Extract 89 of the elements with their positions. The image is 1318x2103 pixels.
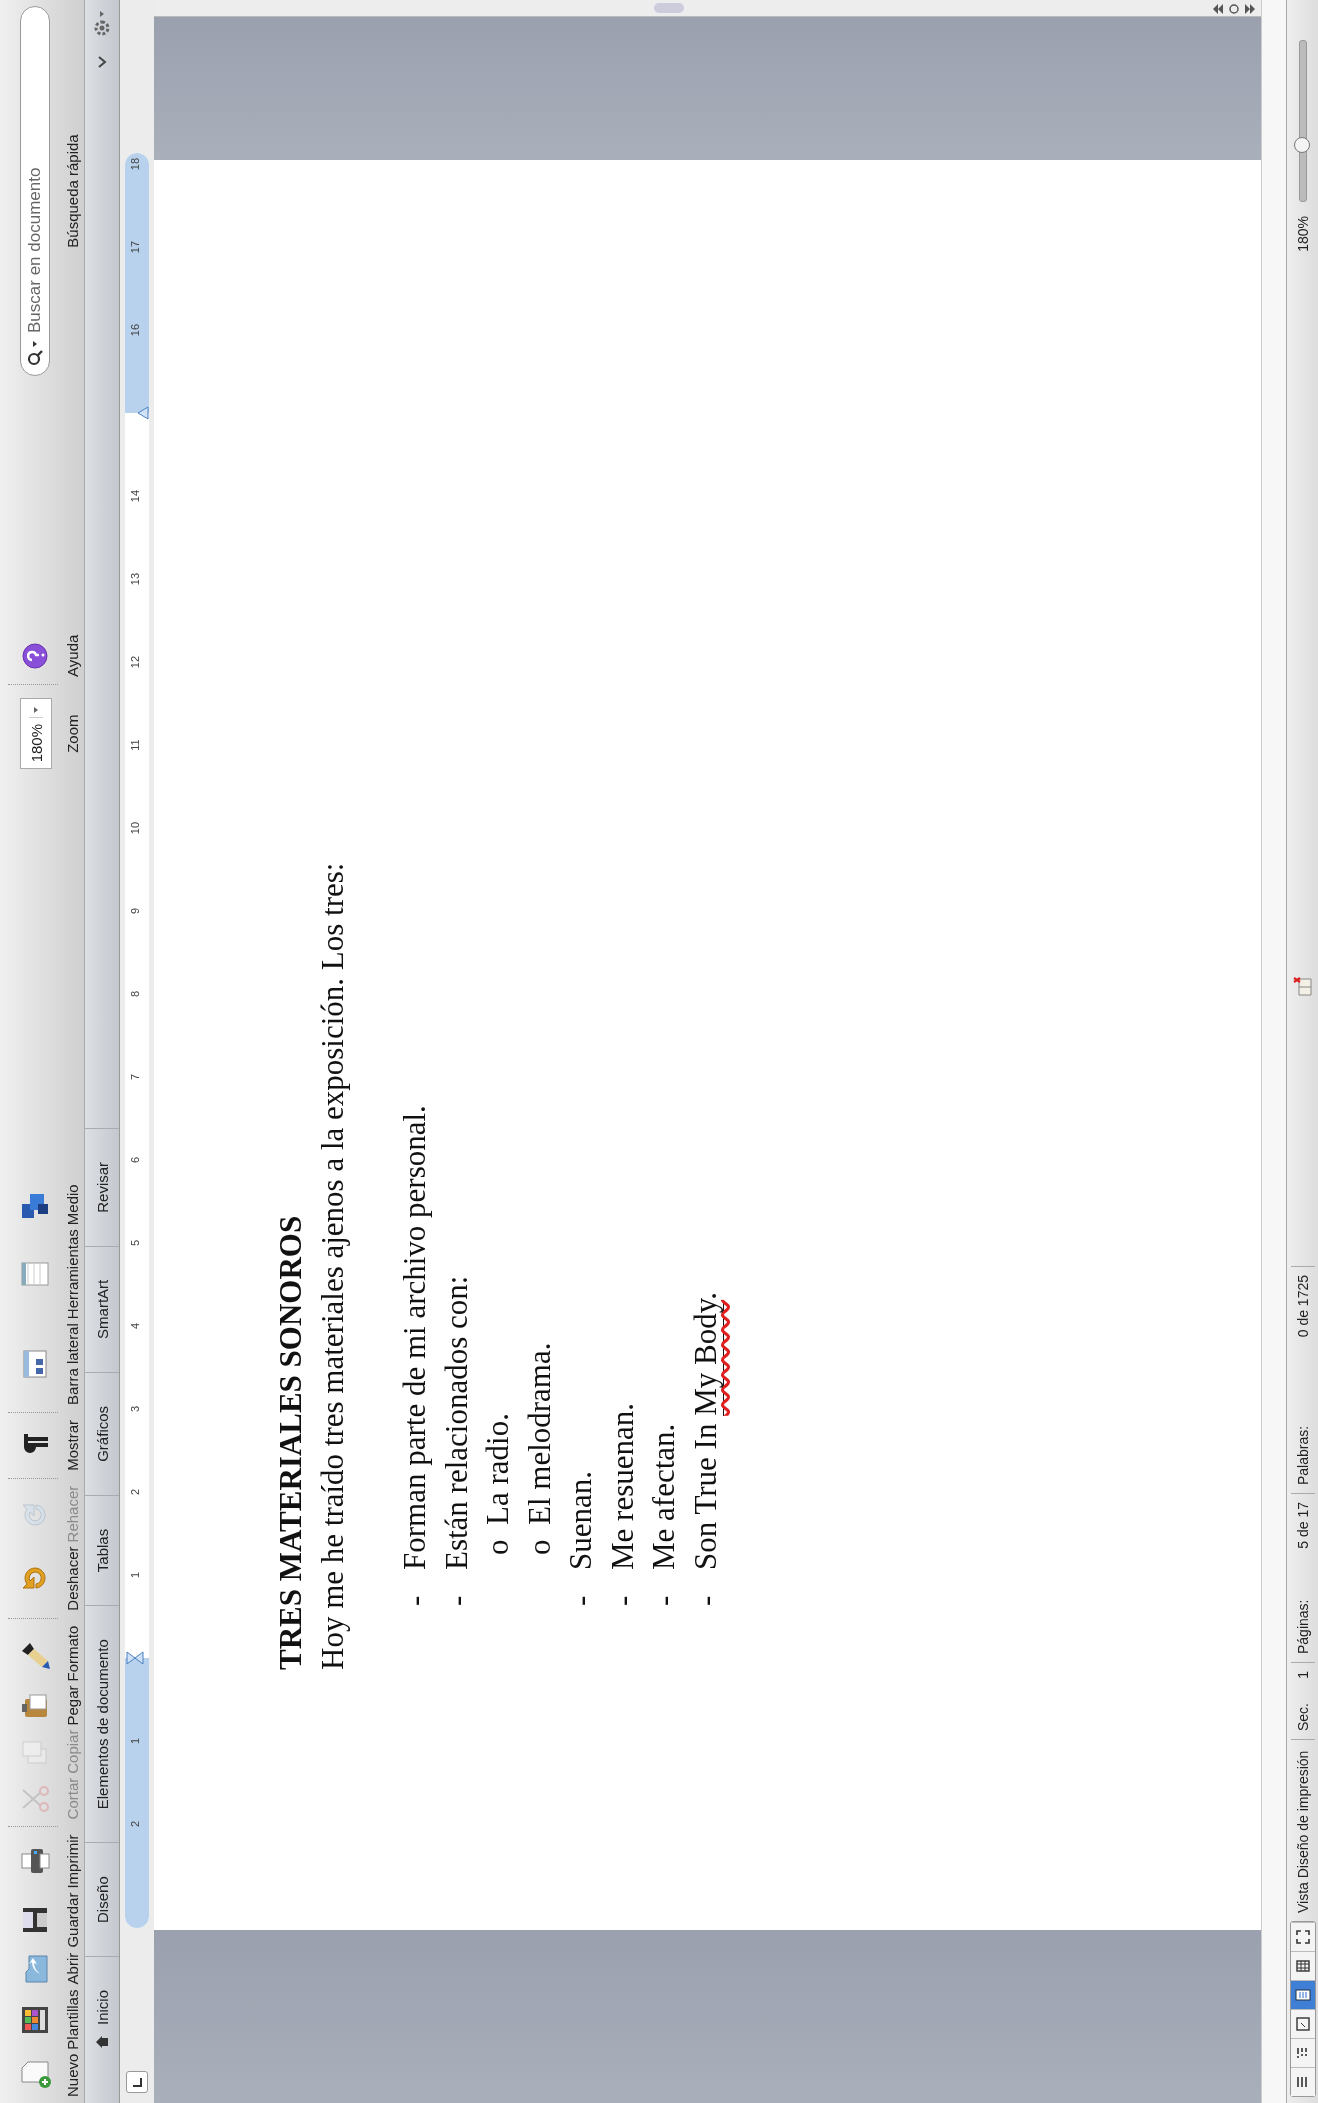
- list-item-text: Suenan.: [562, 1471, 599, 1570]
- ruler-number: 1: [129, 1737, 141, 1745]
- bullet-marker: -: [437, 1594, 475, 1606]
- ribbon-tab[interactable]: Tablas: [85, 1494, 119, 1606]
- tab-stop-icon: [130, 2075, 144, 2089]
- search-field[interactable]: Buscar en documento: [20, 6, 50, 376]
- toolbar-button[interactable]: Barra lateral: [0, 1321, 84, 1407]
- layout-icon: [1293, 2015, 1312, 2033]
- paragraph: Hoy me he traído tres materiales ajenos a la exposición. Los tres:: [313, 862, 351, 1670]
- ruler-number: 18: [129, 157, 141, 171]
- ruler-number: 6: [129, 1156, 141, 1164]
- toolbar-button[interactable]: Herramientas: [0, 1227, 84, 1322]
- list-item-text: La radio.: [479, 1413, 516, 1525]
- ruler-number: 8: [129, 990, 141, 998]
- ruler-number: 5: [129, 1239, 141, 1247]
- section-number: 1: [1294, 1671, 1311, 1679]
- bullet-marker: -: [562, 1594, 599, 1606]
- list-item-text: Forman parte de mi archivo personal.: [396, 1105, 433, 1570]
- ruler-number: 10: [129, 821, 141, 835]
- page-icon: [1293, 1986, 1312, 2004]
- ribbon-tab[interactable]: Inicio: [85, 1955, 119, 2065]
- vertical-scrollbar[interactable]: [154, 0, 1261, 17]
- slider-thumb[interactable]: [1293, 137, 1310, 153]
- toolbar-button[interactable]: Imprimir: [0, 1832, 84, 1891]
- ribbon-tab[interactable]: Diseño: [85, 1842, 119, 1956]
- bullet-marker: o: [520, 1538, 558, 1555]
- toolbar-button[interactable]: Pegar: [0, 1683, 84, 1728]
- view-button[interactable]: [1290, 2009, 1315, 2038]
- bullet-marker: -: [686, 1594, 724, 1606]
- list-item-text: Están relacionados con:: [437, 1275, 475, 1570]
- view-name: Vista Diseño de impresión: [1294, 1750, 1311, 1913]
- toolbar-button[interactable]: Medio: [0, 1182, 84, 1228]
- ruler-number: 3: [129, 1405, 141, 1413]
- ruler-number: 9: [129, 907, 141, 915]
- list-item-text: Son True In My Body.: [686, 1292, 725, 1570]
- view-button[interactable]: [1290, 1922, 1315, 1951]
- section-label: Sec.: [1294, 1703, 1311, 1731]
- ruler-number: 14: [129, 489, 141, 503]
- list-item-text: Me resuenan.: [603, 1403, 641, 1570]
- bullet-marker: -: [603, 1594, 641, 1606]
- toolbar-button[interactable]: Mostrar: [0, 1417, 84, 1473]
- ribbon-tab[interactable]: Gráficos: [85, 1371, 119, 1495]
- bullet-marker: -: [396, 1594, 433, 1606]
- ruler-number: 7: [129, 1073, 141, 1081]
- search-label: Búsqueda rápida: [64, 134, 81, 248]
- zoom-dropdown[interactable]: 180%: [20, 697, 52, 770]
- scroll-thumb[interactable]: [654, 3, 684, 13]
- bullet-marker: o: [479, 1538, 516, 1555]
- view-button[interactable]: [1290, 2067, 1315, 2096]
- ruler-number: 12: [129, 655, 141, 669]
- spelling-book-icon: [1292, 974, 1313, 998]
- toolbar-button[interactable]: Plantillas: [0, 1987, 84, 2052]
- help-button[interactable]: Ayuda: [0, 632, 84, 679]
- pages-count: 5 de 17: [1294, 1502, 1311, 1549]
- notebook-icon: [1293, 1957, 1312, 1975]
- list-item-text: El melodrama.: [520, 1342, 558, 1525]
- document-title: TRES MATERIALES SONOROS: [272, 1215, 309, 1670]
- zoom-label: Zoom: [64, 714, 81, 753]
- pages-label: Páginas:: [1294, 1599, 1311, 1654]
- view-button[interactable]: [1290, 1980, 1315, 2009]
- view-button[interactable]: [1290, 2038, 1315, 2067]
- bullet-marker: -: [645, 1594, 682, 1606]
- home-icon: [95, 2035, 109, 2049]
- toolbar-button[interactable]: Deshacer: [0, 1544, 84, 1613]
- toolbar-button[interactable]: Abrir: [0, 1949, 84, 1988]
- words-count: 0 de 1725: [1294, 1275, 1311, 1338]
- ribbon-tab[interactable]: Elementos de documento: [85, 1605, 119, 1843]
- tab-selector-button[interactable]: [126, 2071, 148, 2093]
- ribbon-tab[interactable]: Revisar: [85, 1127, 119, 1246]
- right-indent-marker-icon: [137, 406, 149, 420]
- ruler-number: 16: [129, 323, 141, 337]
- zoom-percentage: 180%: [1294, 216, 1311, 252]
- ruler-number: 4: [129, 1322, 141, 1330]
- list-item-text: Me afectan.: [645, 1423, 682, 1570]
- toolbar-button[interactable]: Nuevo: [0, 2051, 84, 2099]
- toolbar-button[interactable]: Guardar: [0, 1890, 84, 1950]
- full-screen-icon: [1293, 1928, 1312, 1946]
- ribbon-tab[interactable]: SmartArt: [85, 1245, 119, 1372]
- ruler-number: 17: [129, 240, 141, 254]
- ruler-number: 13: [129, 572, 141, 586]
- view-button[interactable]: [1290, 1951, 1315, 1980]
- words-label: Palabras:: [1294, 1425, 1311, 1485]
- ruler-number: 2: [129, 1488, 141, 1496]
- ruler-number: 11: [129, 739, 141, 751]
- ruler-number: 2: [129, 1820, 141, 1828]
- ruler-number: 1: [129, 1571, 141, 1579]
- toolbar-button[interactable]: Formato: [0, 1623, 84, 1684]
- search-icon: [25, 338, 45, 368]
- browse-object-icon: [1227, 2, 1241, 16]
